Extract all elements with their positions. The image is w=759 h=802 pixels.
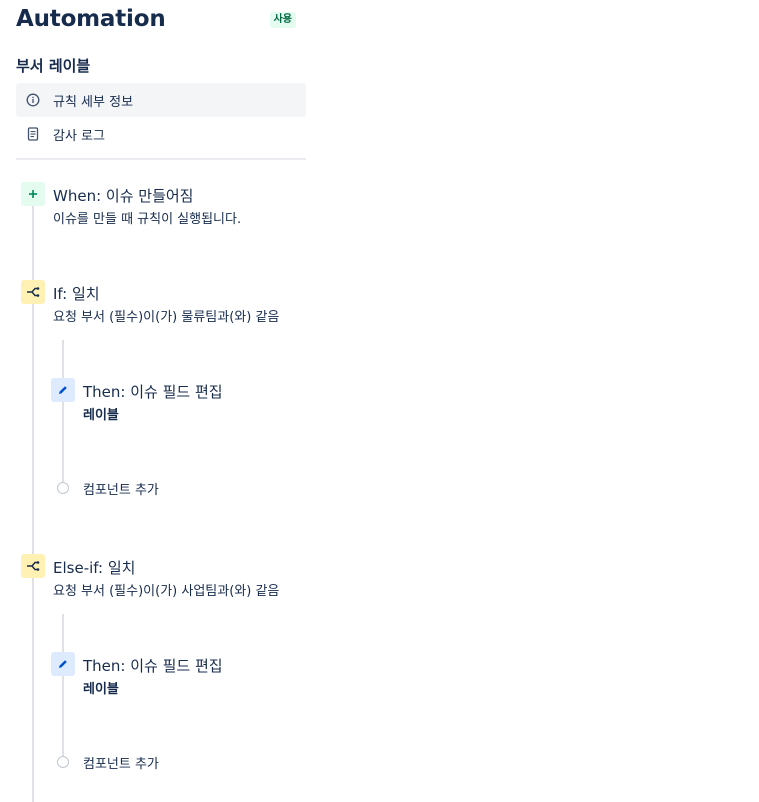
status-badge[interactable]: 사용 [269, 12, 296, 28]
add-component-button[interactable]: 컴포넌트 추가 [83, 479, 159, 498]
branch-icon [21, 280, 45, 304]
nav-item-label: 규칙 세부 정보 [53, 94, 134, 110]
add-component-dot [57, 756, 69, 768]
if-condition-description: 요청 부서 (필수)이(가) 물류팀과(와) 같음 [53, 310, 280, 325]
info-icon [25, 92, 41, 108]
trigger-description: 이슈를 만들 때 규칙이 실행됩니다. [53, 212, 242, 227]
rule-name[interactable]: 부서 레이블 [16, 55, 90, 76]
add-component-dot [57, 482, 69, 494]
if-condition-title: If: 일치 [53, 285, 100, 303]
document-icon [25, 126, 41, 142]
elseif-then-action-description: 레이블 [83, 682, 119, 697]
app-title: Automation [16, 6, 166, 32]
nav-item-audit-log[interactable]: 감사 로그 [16, 117, 306, 151]
branch-icon [21, 554, 45, 578]
divider [16, 158, 306, 160]
plus-icon [21, 182, 45, 206]
elseif-condition-description: 요청 부서 (필수)이(가) 사업팀과(와) 같음 [53, 584, 280, 599]
trigger-title: When: 이슈 만들어짐 [53, 187, 194, 205]
nav-item-label: 감사 로그 [53, 128, 105, 144]
add-component-button[interactable]: 컴포넌트 추가 [83, 753, 159, 772]
nav-item-rule-details[interactable]: 규칙 세부 정보 [16, 83, 306, 117]
elseif-then-action-title: Then: 이슈 필드 편집 [83, 657, 223, 675]
pencil-icon [51, 652, 75, 676]
elseif-condition-title: Else-if: 일치 [53, 559, 136, 577]
if-then-action-description: 레이블 [83, 408, 119, 423]
page-header: Automation 사용 [16, 4, 306, 36]
pencil-icon [51, 378, 75, 402]
rule-nav: 규칙 세부 정보 감사 로그 [16, 83, 306, 151]
if-then-action-title: Then: 이슈 필드 편집 [83, 383, 223, 401]
